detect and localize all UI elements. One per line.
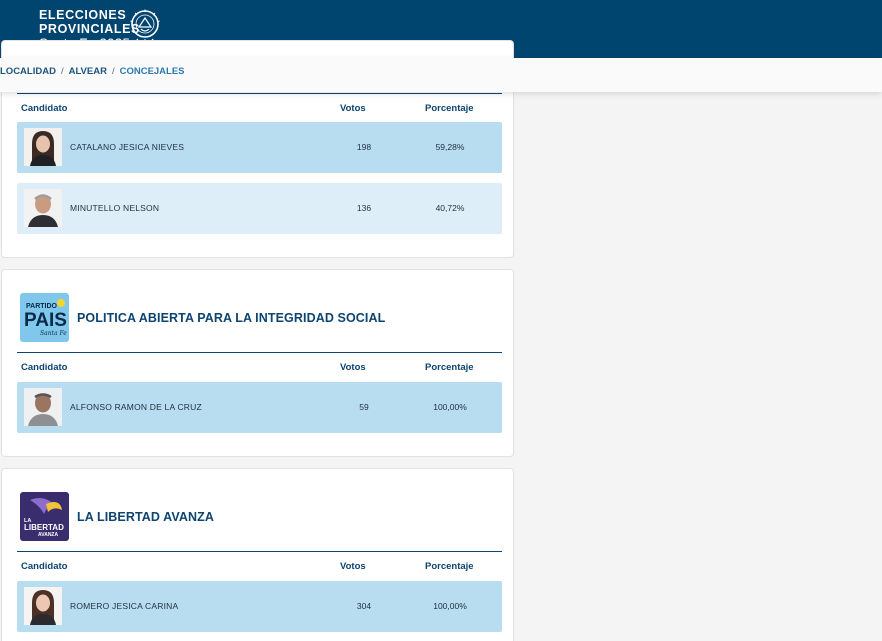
header-percent: Porcentaje	[425, 103, 474, 114]
candidate-photo	[24, 388, 62, 426]
breadcrumb-separator: /	[111, 66, 115, 77]
candidate-votes: 304	[356, 601, 372, 611]
logo-text: LIBERTAD	[24, 523, 64, 532]
party-name: POLITICA ABIERTA PARA LA INTEGRIDAD SOCI…	[77, 310, 386, 325]
candidate-percent: 40,72%	[435, 203, 465, 213]
party-header: LA LIBERTAD AVANZA LA LIBERTAD AVANZA	[20, 492, 214, 541]
party-card: PARTIDO PAIS Santa Fe POLITICA ABIERTA P…	[1, 269, 514, 457]
candidate-row[interactable]: ROMERO JESICA CARINA 304 100,00%	[17, 581, 502, 632]
table-header: Candidato Votos Porcentaje	[17, 352, 502, 378]
candidate-row[interactable]: ALFONSO RAMON DE LA CRUZ 59 100,00%	[17, 382, 502, 433]
results-column: Candidato Votos Porcentaje CATALANO JESI…	[0, 0, 518, 641]
logo-text: PAIS	[24, 310, 67, 331]
candidate-photo	[24, 128, 62, 166]
partido-pais-logo: PARTIDO PAIS Santa Fe	[20, 293, 69, 342]
candidate-votes: 198	[356, 142, 372, 152]
candidate-name: CATALANO JESICA NIEVES	[70, 142, 185, 152]
header-votes: Votos	[340, 561, 366, 572]
party-header: PARTIDO PAIS Santa Fe POLITICA ABIERTA P…	[20, 293, 385, 342]
breadcrumb: LOCALIDAD / ALVEAR / CONCEJALES	[0, 58, 882, 92]
candidate-votes: 59	[359, 402, 369, 412]
candidate-photo	[24, 189, 62, 227]
table-header: Candidato Votos Porcentaje	[17, 551, 502, 577]
breadcrumb-alvear[interactable]: ALVEAR	[69, 66, 107, 77]
header-candidate: Candidato	[21, 362, 68, 373]
logo-text: PARTIDO	[26, 303, 58, 310]
candidate-row[interactable]: MINUTELLO NELSON 136 40,72%	[17, 183, 502, 234]
candidate-percent: 100,00%	[433, 402, 467, 412]
header-votes: Votos	[340, 103, 366, 114]
candidate-name: ROMERO JESICA CARINA	[70, 601, 179, 611]
party-card: LA LIBERTAD AVANZA LA LIBERTAD AVANZA Ca…	[1, 468, 514, 641]
header-votes: Votos	[340, 362, 366, 373]
table-header: Candidato Votos Porcentaje	[17, 93, 502, 119]
header-percent: Porcentaje	[425, 362, 474, 373]
candidate-name: ALFONSO RAMON DE LA CRUZ	[70, 402, 202, 412]
party-name: LA LIBERTAD AVANZA	[77, 509, 214, 524]
candidate-name: MINUTELLO NELSON	[70, 203, 160, 213]
candidate-percent: 59,28%	[435, 142, 465, 152]
breadcrumb-separator: /	[60, 66, 64, 77]
header-candidate: Candidato	[21, 103, 68, 114]
la-libertad-avanza-logo: LA LIBERTAD AVANZA	[20, 492, 69, 541]
breadcrumb-localidad[interactable]: LOCALIDAD	[0, 66, 56, 77]
breadcrumb-concejales[interactable]: CONCEJALES	[120, 66, 185, 77]
header-percent: Porcentaje	[425, 561, 474, 572]
candidate-row[interactable]: CATALANO JESICA NIEVES 198 59,28%	[17, 122, 502, 173]
logo-text: AVANZA	[38, 532, 58, 538]
candidate-votes: 136	[356, 203, 372, 213]
candidate-percent: 100,00%	[433, 601, 467, 611]
candidate-photo	[24, 587, 62, 625]
logo-text: Santa Fe	[40, 330, 67, 337]
header-candidate: Candidato	[21, 561, 68, 572]
